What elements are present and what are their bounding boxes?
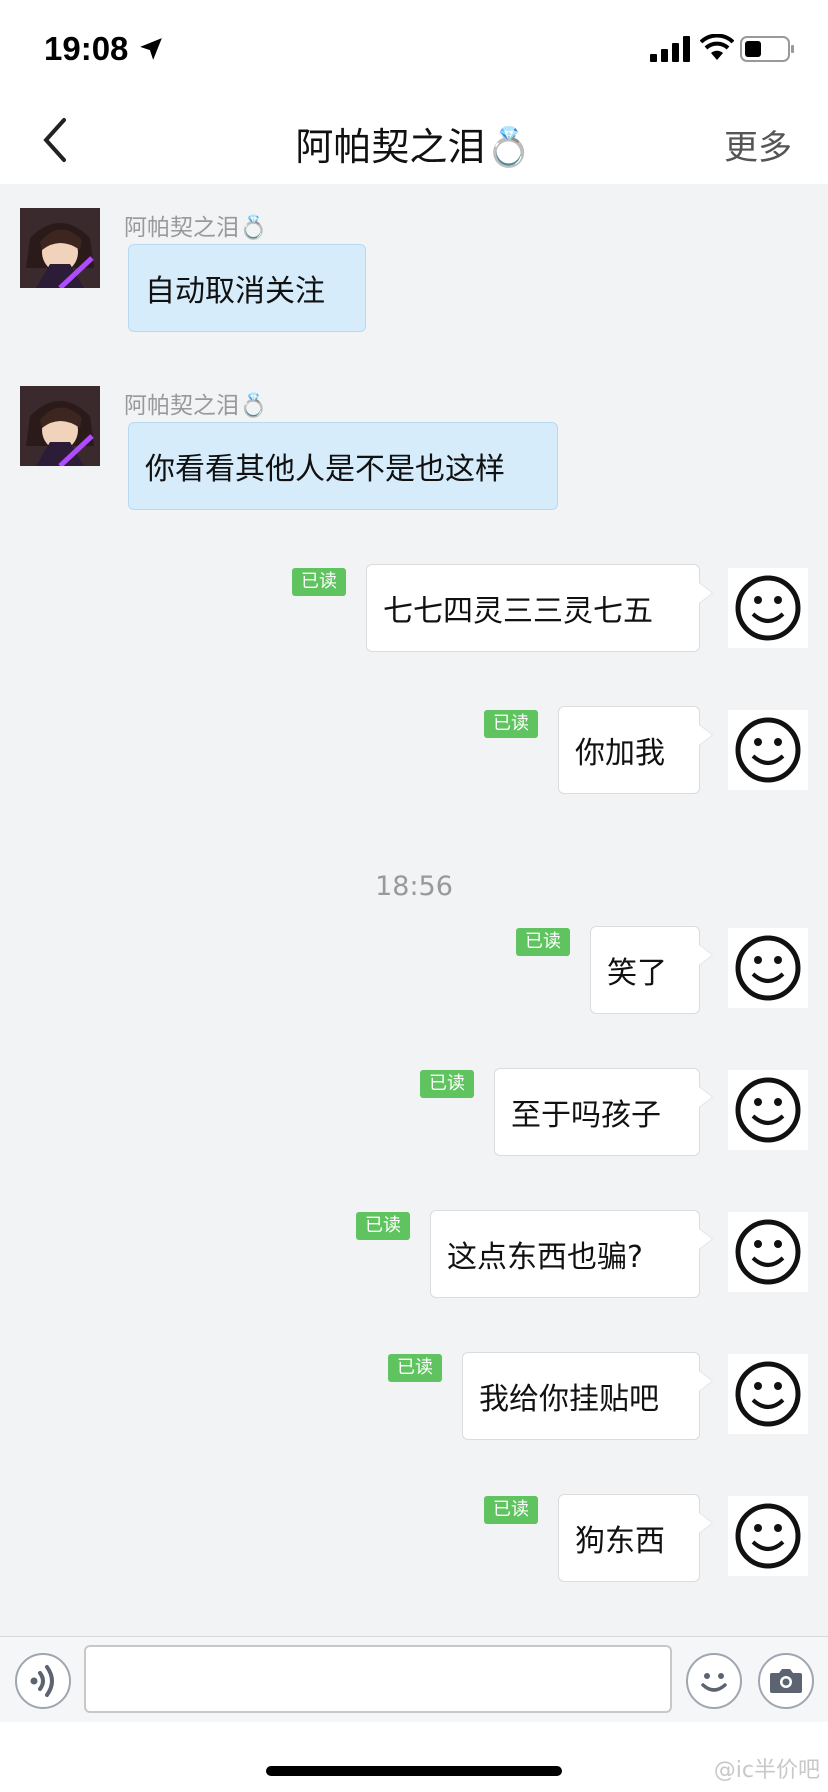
contact-avatar[interactable] [20,208,100,288]
watermark: @ic半价吧 [713,1758,820,1783]
read-status-badge: 已读 [292,568,346,596]
read-status-badge: 已读 [356,1212,410,1240]
message-timestamp: 18:56 [375,871,453,902]
self-avatar-smiley-icon[interactable] [728,1212,808,1292]
message-bubble-incoming[interactable]: 自动取消关注 [128,244,366,332]
chat-message-list[interactable]: 阿帕契之泪💍 自动取消关注 阿帕契之泪💍 你看看其他人是不是也这样 已读 七七四… [0,184,828,1636]
voice-wave-icon [30,1665,54,1697]
message-bubble-incoming[interactable]: 你看看其他人是不是也这样 [128,422,558,510]
message-bubble-outgoing[interactable]: 这点东西也骗? [430,1210,713,1298]
message-text: 你看看其他人是不是也这样 [145,452,505,487]
self-avatar-smiley-icon[interactable] [728,1070,808,1150]
chat-title: 阿帕契之泪💍 [295,125,533,169]
self-avatar-smiley-icon[interactable] [728,1354,808,1434]
location-arrow-icon [140,38,162,60]
battery-icon [740,36,794,62]
read-status-badge: 已读 [388,1354,442,1382]
message-text: 自动取消关注 [145,274,325,309]
message-text: 你加我 [575,736,665,771]
message-text: 笑了 [607,956,667,991]
bottom-safe-area [0,1722,828,1792]
wifi-icon [700,34,734,60]
camera-icon [770,1669,802,1693]
camera-button[interactable] [758,1653,814,1709]
nav-bar: 阿帕契之泪💍 更多 [0,96,828,184]
read-status-badge: 已读 [420,1070,474,1098]
message-bubble-outgoing[interactable]: 我给你挂贴吧 [462,1352,713,1440]
status-bar: 19:08 [0,0,828,96]
emoji-smiley-icon [701,1673,727,1692]
message-input-bar [0,1636,828,1722]
status-time: 19:08 [44,30,129,67]
message-text: 至于吗孩子 [511,1098,661,1133]
self-avatar-smiley-icon[interactable] [728,1496,808,1576]
cellular-signal-icon [650,36,690,62]
message-bubble-outgoing[interactable]: 七七四灵三三灵七五 [366,564,713,652]
message-bubble-outgoing[interactable]: 你加我 [558,706,713,794]
sender-name: 阿帕契之泪💍 [124,215,268,241]
contact-avatar[interactable] [20,386,100,466]
read-status-badge: 已读 [516,928,570,956]
message-bubble-outgoing[interactable]: 至于吗孩子 [494,1068,713,1156]
self-avatar-smiley-icon[interactable] [728,568,808,648]
message-text-input[interactable] [84,1645,672,1713]
self-avatar-smiley-icon[interactable] [728,710,808,790]
voice-input-button[interactable] [15,1653,71,1709]
sender-name: 阿帕契之泪💍 [124,393,268,419]
message-text: 我给你挂贴吧 [479,1382,659,1417]
home-indicator[interactable] [266,1766,562,1776]
message-bubble-outgoing[interactable]: 狗东西 [558,1494,713,1582]
more-button[interactable]: 更多 [724,120,792,169]
read-status-badge: 已读 [484,1496,538,1524]
read-status-badge: 已读 [484,710,538,738]
self-avatar-smiley-icon[interactable] [728,928,808,1008]
emoji-button[interactable] [686,1653,742,1709]
message-bubble-outgoing[interactable]: 笑了 [590,926,713,1014]
message-text: 七七四灵三三灵七五 [383,594,653,629]
message-text: 狗东西 [575,1524,665,1559]
message-text: 这点东西也骗? [447,1240,643,1275]
